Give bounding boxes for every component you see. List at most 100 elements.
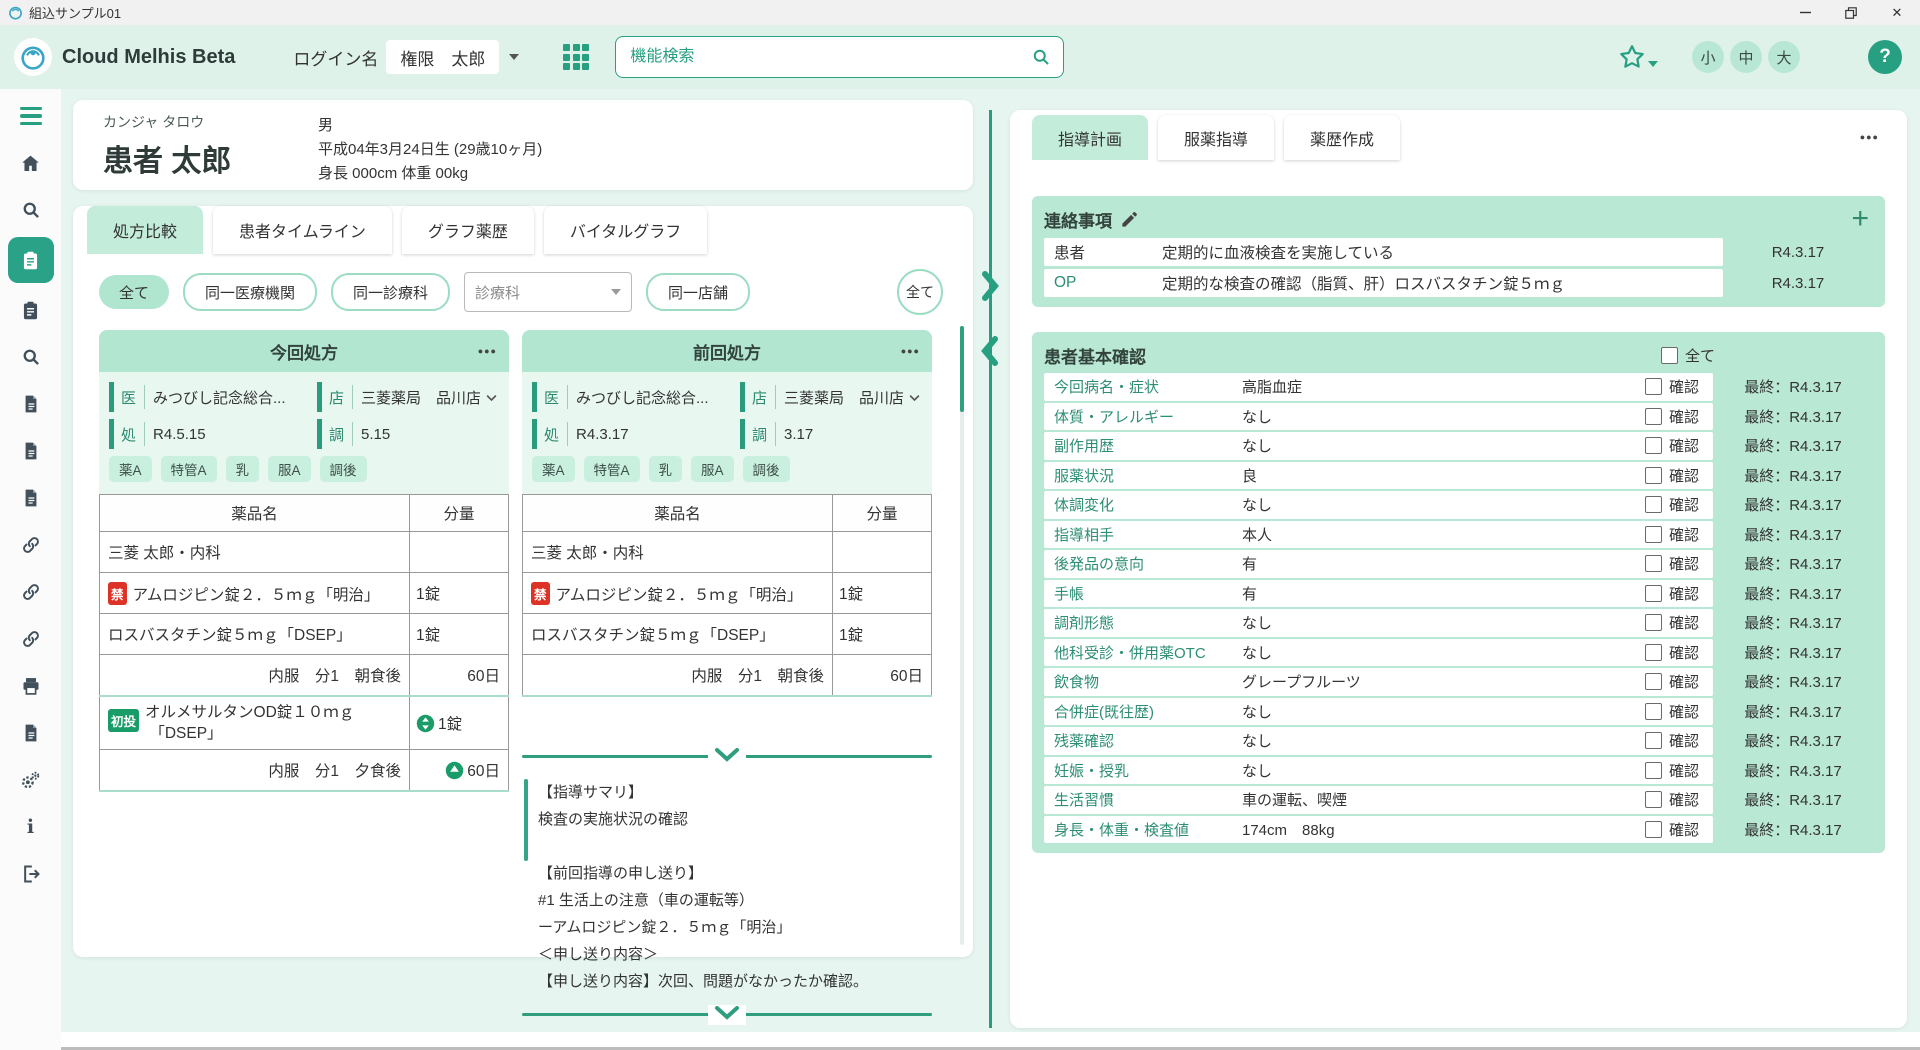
sidebar-menu-toggle[interactable] — [8, 96, 54, 136]
department-select[interactable]: 診療科 — [464, 272, 632, 312]
sidebar-item-link-1[interactable] — [8, 525, 54, 565]
sidebar-item-settings[interactable] — [8, 760, 54, 800]
hospital-cell[interactable]: 医 みつびし記念総合... — [109, 382, 291, 412]
tab-graph-history[interactable]: グラフ薬歴 — [402, 206, 534, 254]
sidebar-item-document-1[interactable] — [8, 384, 54, 424]
login-caret-icon[interactable] — [509, 54, 519, 60]
summary-collapse-divider[interactable] — [522, 747, 932, 765]
sidebar-item-document-3[interactable] — [8, 478, 54, 518]
summary-expand-divider[interactable] — [522, 1005, 932, 1023]
sidebar-item-patient-search[interactable] — [8, 337, 54, 377]
search-icon[interactable] — [1031, 47, 1051, 67]
check-row-label[interactable]: 服薬状況 — [1044, 465, 1242, 486]
tab-vital-graph[interactable]: バイタルグラフ — [544, 206, 707, 254]
more-icon[interactable]: ●●● — [1860, 132, 1879, 142]
scrollbar-thumb[interactable] — [524, 779, 528, 861]
maximize-button[interactable] — [1828, 0, 1874, 25]
confirm-checkbox[interactable] — [1645, 408, 1662, 425]
patient-header-card: カンジャ タロウ 患者 太郎 男 平成04年3月24日生 (29歳10ヶ月) 身… — [73, 100, 973, 190]
minimize-button[interactable] — [1782, 0, 1828, 25]
contact-row-label[interactable]: OP — [1044, 274, 1162, 292]
filter-same-hospital-button[interactable]: 同一医療機関 — [183, 273, 317, 311]
pencil-icon[interactable] — [1120, 210, 1139, 229]
left-card-scrollbar[interactable] — [960, 326, 964, 945]
filter-same-department-button[interactable]: 同一診療科 — [331, 273, 450, 311]
sidebar-item-logout[interactable] — [8, 854, 54, 894]
check-row-label[interactable]: 体調変化 — [1044, 494, 1242, 515]
chevron-down-icon[interactable] — [484, 390, 499, 405]
hospital-cell[interactable]: 医 みつびし記念総合... — [532, 382, 714, 412]
favorites-button[interactable] — [1618, 43, 1658, 71]
confirm-checkbox[interactable] — [1645, 437, 1662, 454]
check-row-label[interactable]: 今回病名・症状 — [1044, 376, 1242, 397]
store-cell[interactable]: 店 三菱薬局 品川店 — [317, 382, 499, 412]
sidebar-item-report[interactable] — [8, 713, 54, 753]
confirm-checkbox[interactable] — [1645, 614, 1662, 631]
sidebar-item-home[interactable] — [8, 143, 54, 183]
tab-guidance-plan[interactable]: 指導計画 — [1032, 115, 1148, 160]
sidebar-item-link-3[interactable] — [8, 619, 54, 659]
check-row-label[interactable]: 手帳 — [1044, 583, 1242, 604]
tab-patient-timeline[interactable]: 患者タイムライン — [213, 206, 392, 254]
sidebar-item-link-2[interactable] — [8, 572, 54, 612]
check-row-label[interactable]: 合併症(既往歴) — [1044, 701, 1242, 722]
font-size-small-button[interactable]: 小 — [1692, 41, 1724, 73]
sidebar-item-info[interactable]: i — [8, 807, 54, 847]
check-row-label[interactable]: 飲食物 — [1044, 671, 1242, 692]
sidebar-item-print[interactable] — [8, 666, 54, 706]
confirm-checkbox[interactable] — [1645, 526, 1662, 543]
show-all-round-button[interactable]: 全て — [897, 269, 943, 315]
expand-right-arrow[interactable] — [978, 270, 1002, 307]
filter-all-button[interactable]: 全て — [99, 275, 169, 309]
sidebar-item-medication-record-active[interactable] — [8, 237, 54, 283]
more-icon[interactable]: ●●● — [901, 346, 920, 356]
check-row-label[interactable]: 副作用歴 — [1044, 435, 1242, 456]
tab-history-create[interactable]: 薬歴作成 — [1284, 115, 1400, 160]
app-grid-icon[interactable] — [563, 44, 589, 70]
confirm-checkbox[interactable] — [1645, 703, 1662, 720]
confirm-checkbox[interactable] — [1645, 732, 1662, 749]
confirm-checkbox[interactable] — [1645, 791, 1662, 808]
tab-medication-guidance[interactable]: 服薬指導 — [1158, 115, 1274, 160]
more-icon[interactable]: ●●● — [478, 346, 497, 356]
check-row-label[interactable]: 生活習慣 — [1044, 789, 1242, 810]
sidebar-item-reception[interactable] — [8, 290, 54, 330]
store-cell[interactable]: 店 三菱薬局 品川店 — [740, 382, 922, 412]
check-row-label[interactable]: 体質・アレルギー — [1044, 406, 1242, 427]
check-row-label[interactable]: 指導相手 — [1044, 524, 1242, 545]
close-button[interactable]: ✕ — [1874, 0, 1920, 25]
confirm-checkbox[interactable] — [1645, 644, 1662, 661]
add-contact-note-button[interactable]: + — [1851, 208, 1873, 230]
check-row-label[interactable]: 後発品の意向 — [1044, 553, 1242, 574]
confirm-checkbox[interactable] — [1645, 555, 1662, 572]
sidebar-item-document-2[interactable] — [8, 431, 54, 471]
scrollbar-thumb[interactable] — [960, 326, 964, 412]
sidebar-item-search[interactable] — [8, 190, 54, 230]
check-row-label[interactable]: 他科受診・併用薬OTC — [1044, 642, 1242, 663]
confirm-checkbox[interactable] — [1645, 467, 1662, 484]
login-user-select[interactable]: 権限 太郎 — [386, 40, 499, 74]
accent-bar — [109, 382, 114, 412]
confirm-checkbox[interactable] — [1645, 496, 1662, 513]
usage-text: 内服 分1 朝食後 — [523, 655, 833, 697]
confirm-checkbox[interactable] — [1645, 378, 1662, 395]
confirm-checkbox[interactable] — [1645, 821, 1662, 838]
left-tab-bar: 処方比較 患者タイムライン グラフ薬歴 バイタルグラフ — [73, 206, 973, 254]
check-row-label[interactable]: 身長・体重・検査値 — [1044, 819, 1242, 840]
confirm-checkbox[interactable] — [1645, 762, 1662, 779]
expand-left-arrow[interactable] — [978, 335, 1002, 372]
chevron-down-icon[interactable] — [907, 390, 922, 405]
guidance-summary-box[interactable]: 【指導サマリ】 検査の実施状況の確認 【前回指導の申し送り】 #1 生活上の注意… — [522, 771, 932, 1003]
check-row-label[interactable]: 残薬確認 — [1044, 730, 1242, 751]
font-size-medium-button[interactable]: 中 — [1730, 41, 1762, 73]
tab-prescription-compare[interactable]: 処方比較 — [87, 206, 203, 254]
function-search-input[interactable] — [628, 47, 1031, 67]
font-size-large-button[interactable]: 大 — [1768, 41, 1800, 73]
help-button[interactable]: ? — [1868, 40, 1902, 74]
check-row-label[interactable]: 妊娠・授乳 — [1044, 760, 1242, 781]
confirm-checkbox[interactable] — [1645, 585, 1662, 602]
check-all-checkbox[interactable] — [1661, 347, 1678, 364]
check-row-label[interactable]: 調剤形態 — [1044, 612, 1242, 633]
confirm-checkbox[interactable] — [1645, 673, 1662, 690]
filter-same-store-button[interactable]: 同一店舗 — [646, 273, 750, 311]
